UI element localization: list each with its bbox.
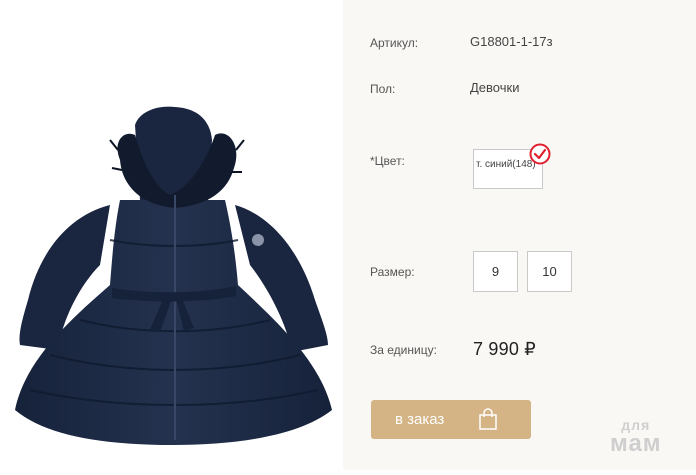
- color-option-label: т. синий(148): [476, 159, 536, 170]
- price-label: За единицу:: [370, 343, 437, 357]
- size-label: Размер:: [370, 265, 415, 279]
- color-label: *Цвет:: [370, 154, 405, 168]
- order-button[interactable]: в заказ: [371, 400, 531, 439]
- jacket-illustration: [15, 106, 332, 445]
- size-option-10[interactable]: 10: [527, 251, 572, 292]
- gender-label: Пол:: [370, 82, 396, 96]
- check-circle-icon: [529, 143, 551, 165]
- order-button-label: в заказ: [395, 411, 445, 428]
- size-option-9[interactable]: 9: [473, 251, 518, 292]
- gender-value: Девочки: [470, 80, 520, 95]
- product-image: [0, 0, 343, 470]
- price-value: 7 990 ₽: [473, 339, 536, 359]
- article-value: G18801-1-17з: [470, 34, 553, 49]
- shopping-bag-icon: [479, 408, 497, 430]
- watermark-line2: мам: [610, 430, 662, 457]
- watermark-logo: для мам: [610, 418, 662, 456]
- article-label: Артикул:: [370, 36, 419, 50]
- product-info-panel: Артикул: G18801-1-17з Пол: Девочки *Цвет…: [343, 0, 696, 470]
